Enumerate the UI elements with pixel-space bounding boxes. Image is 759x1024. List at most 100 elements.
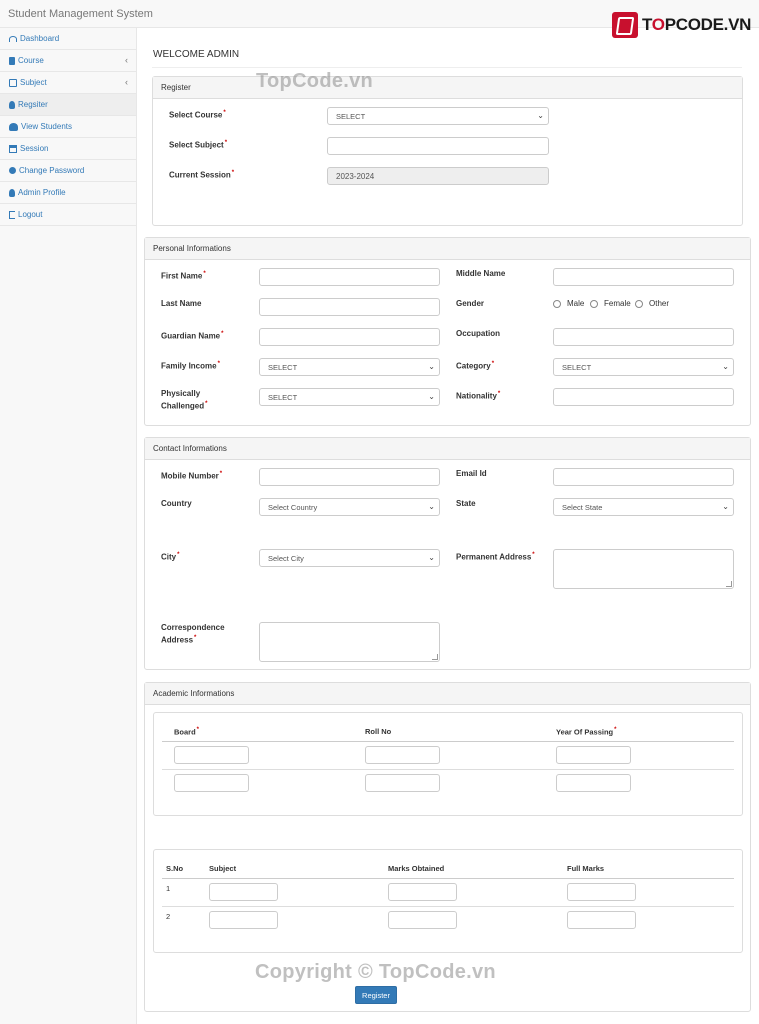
category-select[interactable]: SELECT ⌄ xyxy=(553,358,734,376)
sidebar-item-label: Course xyxy=(18,56,44,65)
sidebar-item-admin-profile[interactable]: Admin Profile xyxy=(0,182,136,204)
watermark-copyright: Copyright © TopCode.vn xyxy=(255,961,496,983)
state-select[interactable]: Select State ⌄ xyxy=(553,498,734,516)
physically-challenged-label: Physically Challenged* xyxy=(161,389,208,411)
chevron-down-icon: ⌄ xyxy=(428,392,435,401)
sidebar-item-register[interactable]: Regsiter xyxy=(0,94,136,116)
gear-icon xyxy=(9,167,16,174)
user-icon xyxy=(9,188,15,197)
row-number: 1 xyxy=(166,884,171,893)
first-name-input[interactable] xyxy=(259,268,440,286)
board-input-2[interactable] xyxy=(174,774,249,792)
year-input-2[interactable] xyxy=(556,774,631,792)
mobile-number-input[interactable] xyxy=(259,468,440,486)
subject-input-2[interactable] xyxy=(209,911,278,929)
full-marks-input-1[interactable] xyxy=(567,883,636,901)
row-number: 2 xyxy=(166,912,171,921)
sidebar-item-subject[interactable]: Subject ‹ xyxy=(0,72,136,94)
guardian-name-input[interactable] xyxy=(259,328,440,346)
city-select[interactable]: Select City ⌄ xyxy=(259,549,440,567)
correspondence-address-label: Correspondence Address* xyxy=(161,623,225,645)
app-title[interactable]: Student Management System xyxy=(8,8,153,20)
page-title: WELCOME ADMIN xyxy=(153,49,240,60)
board-input-1[interactable] xyxy=(174,746,249,764)
watermark-top: TopCode.vn xyxy=(256,70,374,92)
current-session-label: Current Session* xyxy=(169,170,235,180)
panel-heading: Personal Informations xyxy=(145,238,750,260)
email-input[interactable] xyxy=(553,468,734,486)
year-of-passing-header: Year Of Passing* xyxy=(556,727,617,737)
users-icon xyxy=(9,122,18,131)
sno-header: S.No xyxy=(166,864,184,873)
register-button[interactable]: Register xyxy=(355,986,397,1004)
file-icon xyxy=(9,56,15,65)
board-header: Board* xyxy=(174,727,200,737)
sidebar-item-label: View Students xyxy=(21,122,72,131)
permanent-address-label: Permanent Address* xyxy=(456,552,535,562)
marks-table-panel xyxy=(153,849,743,953)
gender-other-radio[interactable]: Other xyxy=(635,299,669,308)
middle-name-input[interactable] xyxy=(553,268,734,286)
chevron-down-icon: ⌄ xyxy=(428,553,435,562)
subject-input-1[interactable] xyxy=(209,883,278,901)
nationality-label: Nationality* xyxy=(456,391,501,401)
guardian-name-label: Guardian Name* xyxy=(161,331,224,341)
panel-heading: Register xyxy=(153,77,742,99)
family-income-label: Family Income* xyxy=(161,361,220,371)
last-name-input[interactable] xyxy=(259,298,440,316)
email-label: Email Id xyxy=(456,469,487,478)
family-income-select[interactable]: SELECT ⌄ xyxy=(259,358,440,376)
calendar-icon xyxy=(9,144,17,153)
logout-icon xyxy=(9,210,15,219)
chevron-down-icon: ⌄ xyxy=(428,362,435,371)
sidebar-item-view-students[interactable]: View Students xyxy=(0,116,136,138)
nationality-input[interactable] xyxy=(553,388,734,406)
sidebar-item-course[interactable]: Course ‹ xyxy=(0,50,136,72)
gender-label: Gender xyxy=(456,299,485,308)
sidebar-item-session[interactable]: Session xyxy=(0,138,136,160)
correspondence-address-textarea[interactable] xyxy=(259,622,440,662)
chevron-down-icon: ⌄ xyxy=(722,362,729,371)
chevron-down-icon: ⌄ xyxy=(722,502,729,511)
full-marks-input-2[interactable] xyxy=(567,911,636,929)
sidebar-item-label: Regsiter xyxy=(18,100,48,109)
permanent-address-textarea[interactable] xyxy=(553,549,734,589)
logo-text: TOPCODE.VN xyxy=(642,15,752,34)
category-label: Category* xyxy=(456,361,495,371)
state-label: State xyxy=(456,499,476,508)
city-label: City* xyxy=(161,552,180,562)
mobile-number-label: Mobile Number* xyxy=(161,471,223,481)
middle-name-label: Middle Name xyxy=(456,269,506,278)
subject-header: Subject xyxy=(209,864,237,873)
gender-male-radio[interactable]: Male xyxy=(553,299,584,308)
sidebar-item-label: Subject xyxy=(20,78,47,87)
table-header-divider xyxy=(162,741,734,742)
board-table-panel xyxy=(153,712,743,816)
roll-no-input-2[interactable] xyxy=(365,774,440,792)
sidebar-item-label: Change Password xyxy=(19,166,85,175)
logo-badge-icon xyxy=(612,12,638,38)
last-name-label: Last Name xyxy=(161,299,202,308)
year-input-1[interactable] xyxy=(556,746,631,764)
sidebar-item-label: Logout xyxy=(18,210,43,219)
dashboard-icon xyxy=(9,35,17,42)
sidebar: Dashboard Course ‹ Subject ‹ Regsiter Vi… xyxy=(0,28,137,1024)
occupation-input[interactable] xyxy=(553,328,734,346)
physically-challenged-select[interactable]: SELECT ⌄ xyxy=(259,388,440,406)
first-name-label: First Name* xyxy=(161,271,206,281)
subject-input[interactable] xyxy=(327,137,549,155)
table-header-divider xyxy=(162,878,734,879)
roll-no-input-1[interactable] xyxy=(365,746,440,764)
course-select[interactable]: SELECT ⌄ xyxy=(327,107,549,125)
country-select[interactable]: Select Country ⌄ xyxy=(259,498,440,516)
marks-obtained-input-1[interactable] xyxy=(388,883,457,901)
gender-female-radio[interactable]: Female xyxy=(590,299,631,308)
chevron-left-icon: ‹ xyxy=(125,77,128,87)
panel-heading: Academic Informations xyxy=(145,683,750,705)
divider xyxy=(152,67,742,68)
sidebar-item-dashboard[interactable]: Dashboard xyxy=(0,28,136,50)
marks-obtained-input-2[interactable] xyxy=(388,911,457,929)
sidebar-item-logout[interactable]: Logout xyxy=(0,204,136,226)
sidebar-item-change-password[interactable]: Change Password xyxy=(0,160,136,182)
roll-no-header: Roll No xyxy=(365,727,392,736)
